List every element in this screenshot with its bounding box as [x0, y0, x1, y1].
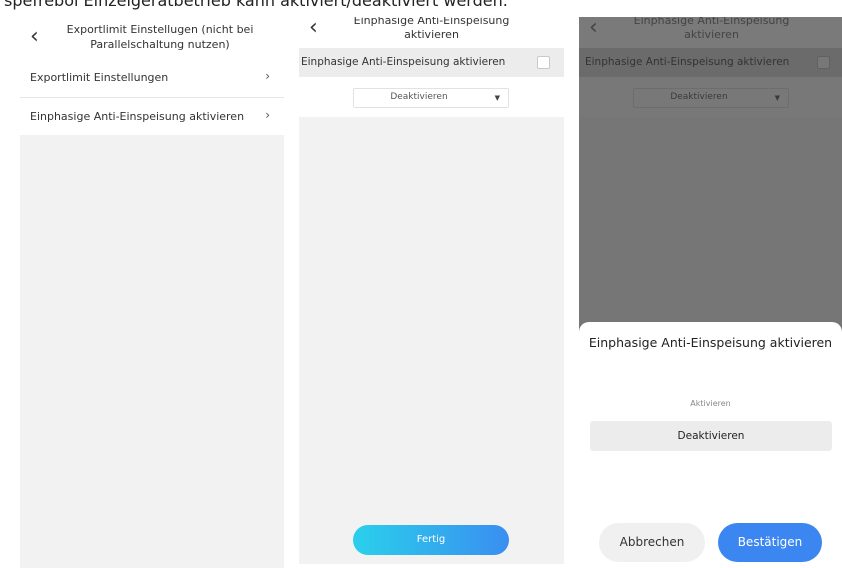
sheet-title: Einphasige Anti-Einspeisung aktivieren [588, 335, 833, 350]
header: ‹ Einphasige Anti-Einspeisung aktivieren [299, 17, 564, 48]
picker-option-activate[interactable]: Aktivieren [579, 399, 842, 408]
dropdown-container: Deaktivieren ▼ [299, 77, 564, 117]
checkbox-row: Einphasige Anti-Einspeisung aktivieren [299, 48, 564, 77]
picker-option-deactivate[interactable]: Deaktivieren [590, 421, 832, 451]
page-title: Exportlimit Einstellugen (nicht bei Para… [66, 23, 254, 51]
header: ‹ Einphasige Anti-Einspeisung aktivieren [579, 17, 842, 48]
confirm-button[interactable]: Bestätigen [718, 523, 822, 562]
mode-select[interactable]: Deaktivieren ▼ [633, 88, 789, 108]
cancel-button[interactable]: Abbrechen [599, 523, 705, 562]
menu-item-export-limit[interactable]: Exportlimit Einstellungen › [20, 59, 284, 97]
select-value: Deaktivieren [670, 92, 728, 102]
header: ‹ Exportlimit Einstellugen (nicht bei Pa… [20, 17, 284, 59]
menu-item-single-phase-anti-feed[interactable]: Einphasige Anti-Einspeisung aktivieren › [20, 97, 284, 135]
menu-item-label: Exportlimit Einstellungen [30, 71, 169, 84]
checkbox-label: Einphasige Anti-Einspeisung aktivieren [301, 56, 506, 68]
menu-item-label: Einphasige Anti-Einspeisung aktivieren [30, 110, 245, 123]
page-title: Einphasige Anti-Einspeisung aktivieren [353, 17, 510, 41]
mode-select[interactable]: Deaktivieren ▼ [353, 88, 509, 108]
chevron-right-icon: › [265, 108, 270, 122]
chevron-left-icon[interactable]: ‹ [30, 26, 39, 48]
page-title: Einphasige Anti-Einspeisung aktivieren [633, 17, 790, 41]
done-button[interactable]: Fertig [353, 525, 509, 555]
bottom-sheet-picker: Einphasige Anti-Einspeisung aktivieren A… [579, 322, 842, 568]
chevron-left-icon[interactable]: ‹ [589, 17, 598, 39]
select-value: Deaktivieren [390, 92, 448, 102]
screen-anti-feed-picker: ‹ Einphasige Anti-Einspeisung aktivieren… [579, 17, 842, 568]
caret-down-icon: ▼ [774, 94, 780, 102]
chevron-left-icon[interactable]: ‹ [309, 17, 318, 39]
screen-anti-feed-settings: ‹ Einphasige Anti-Einspeisung aktivieren… [299, 17, 564, 564]
checkbox-row: Einphasige Anti-Einspeisung aktivieren [579, 48, 842, 77]
screen-export-limit-menu: ‹ Exportlimit Einstellugen (nicht bei Pa… [20, 17, 284, 568]
caret-down-icon: ▼ [494, 94, 500, 102]
enable-checkbox[interactable] [817, 56, 830, 69]
caption-text: spefrebol Einzelgerätbetrieb kann aktivi… [4, 0, 508, 10]
checkbox-label: Einphasige Anti-Einspeisung aktivieren [585, 56, 790, 68]
chevron-right-icon: › [265, 69, 270, 83]
enable-checkbox[interactable] [537, 56, 550, 69]
dropdown-container: Deaktivieren ▼ [579, 77, 842, 117]
